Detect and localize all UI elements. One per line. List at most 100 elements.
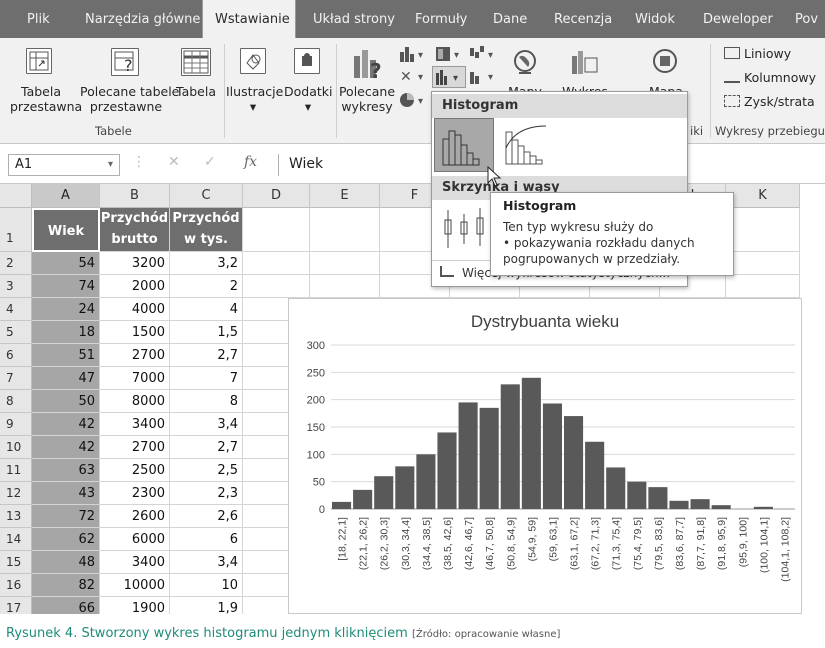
addins-button[interactable]: Dodatki ▾ <box>284 84 332 114</box>
data-cell[interactable]: 10000 <box>100 574 170 597</box>
hierarchy-chart-button[interactable]: ▾ <box>434 44 466 64</box>
statistic-chart-button[interactable]: ▾ <box>432 66 466 88</box>
histogram-bar[interactable] <box>416 454 436 509</box>
data-cell[interactable]: 74 <box>32 275 100 298</box>
data-cell[interactable]: 8 <box>170 390 243 413</box>
histogram-bar[interactable] <box>353 489 373 509</box>
histogram-option[interactable] <box>434 118 494 172</box>
row-header[interactable]: 5 <box>0 321 32 344</box>
data-cell[interactable]: 1500 <box>100 321 170 344</box>
pie-chart-button[interactable]: ▾ <box>398 90 430 110</box>
header-cell-c[interactable]: Przychód w tys. <box>170 208 243 252</box>
data-cell[interactable]: 2,5 <box>170 459 243 482</box>
data-cell[interactable]: 3400 <box>100 551 170 574</box>
data-cell[interactable]: 6000 <box>100 528 170 551</box>
histogram-bar[interactable] <box>521 377 541 509</box>
tab-narzedzia-glowne[interactable]: Narzędzia główne <box>85 0 200 38</box>
histogram-bar[interactable] <box>711 505 731 509</box>
data-cell[interactable]: 4 <box>170 298 243 321</box>
empty-cell[interactable] <box>310 275 380 298</box>
empty-cell[interactable] <box>243 252 310 275</box>
histogram-bar[interactable] <box>332 501 352 509</box>
data-cell[interactable]: 3,4 <box>170 413 243 436</box>
empty-cell[interactable] <box>310 252 380 275</box>
data-cell[interactable]: 1900 <box>100 597 170 614</box>
combo-chart-button[interactable]: ▾ <box>468 66 500 86</box>
select-all-corner[interactable] <box>0 184 32 208</box>
pivot-table-button[interactable]: Tabela przestawna <box>10 84 82 114</box>
row-header[interactable]: 14 <box>0 528 32 551</box>
tab-wstawianie[interactable]: Wstawianie <box>202 0 296 38</box>
histogram-bar[interactable] <box>606 467 626 509</box>
data-cell[interactable]: 2,7 <box>170 344 243 367</box>
histogram-bar[interactable] <box>585 441 605 509</box>
data-cell[interactable]: 8000 <box>100 390 170 413</box>
histogram-bar[interactable] <box>479 407 499 509</box>
tab-recenzja[interactable]: Recenzja <box>554 0 612 38</box>
data-cell[interactable]: 42 <box>32 436 100 459</box>
histogram-bar[interactable] <box>627 481 647 509</box>
row-header[interactable]: 8 <box>0 390 32 413</box>
histogram-bar[interactable] <box>542 403 562 509</box>
empty-cell[interactable] <box>243 275 310 298</box>
data-cell[interactable]: 4000 <box>100 298 170 321</box>
row-header[interactable]: 12 <box>0 482 32 505</box>
data-cell[interactable]: 54 <box>32 252 100 275</box>
row-header[interactable]: 17 <box>0 597 32 614</box>
empty-cell[interactable] <box>726 208 800 252</box>
data-cell[interactable]: 7 <box>170 367 243 390</box>
row-header[interactable]: 1 <box>0 208 32 252</box>
histogram-bar[interactable] <box>395 466 415 509</box>
row-header[interactable]: 11 <box>0 459 32 482</box>
row-header[interactable]: 6 <box>0 344 32 367</box>
row-header[interactable]: 7 <box>0 367 32 390</box>
row-header[interactable]: 13 <box>0 505 32 528</box>
scatter-chart-button[interactable]: ✕ ▾ <box>398 66 430 86</box>
insert-function-icon[interactable]: fx <box>244 154 257 170</box>
histogram-bar[interactable] <box>374 476 394 509</box>
histogram-bar[interactable] <box>753 506 773 509</box>
data-cell[interactable]: 42 <box>32 413 100 436</box>
waterfall-chart-button[interactable]: ▾ <box>468 44 500 64</box>
histogram-bar[interactable] <box>437 432 457 509</box>
column-header-a[interactable]: A <box>32 184 100 208</box>
header-cell-wiek[interactable]: Wiek <box>32 208 100 252</box>
table-button[interactable]: Tabela <box>174 84 218 99</box>
data-cell[interactable]: 47 <box>32 367 100 390</box>
empty-cell[interactable] <box>243 208 310 252</box>
row-header[interactable]: 3 <box>0 275 32 298</box>
tab-formuly[interactable]: Formuły <box>415 0 467 38</box>
data-cell[interactable]: 3400 <box>100 413 170 436</box>
histogram-bar[interactable] <box>500 384 520 509</box>
empty-cell[interactable] <box>726 275 800 298</box>
data-cell[interactable]: 1,5 <box>170 321 243 344</box>
data-cell[interactable]: 6 <box>170 528 243 551</box>
data-cell[interactable]: 66 <box>32 597 100 614</box>
empty-cell[interactable] <box>726 252 800 275</box>
data-cell[interactable]: 50 <box>32 390 100 413</box>
empty-cell[interactable] <box>310 208 380 252</box>
cancel-icon[interactable]: ✕ <box>168 154 180 170</box>
box-whisker-option[interactable] <box>438 204 492 256</box>
data-cell[interactable]: 63 <box>32 459 100 482</box>
data-cell[interactable]: 62 <box>32 528 100 551</box>
histogram-chart[interactable]: Dystrybuanta wieku 0 50 100 150 200 250 300 [18… <box>288 298 802 614</box>
row-header[interactable]: 9 <box>0 413 32 436</box>
data-cell[interactable]: 43 <box>32 482 100 505</box>
data-cell[interactable]: 2500 <box>100 459 170 482</box>
data-cell[interactable]: 2300 <box>100 482 170 505</box>
row-header[interactable]: 16 <box>0 574 32 597</box>
data-cell[interactable]: 51 <box>32 344 100 367</box>
sparkline-line-button[interactable]: Liniowy <box>724 46 791 61</box>
column-chart-button[interactable]: ▾ <box>398 44 430 64</box>
data-cell[interactable]: 2,7 <box>170 436 243 459</box>
column-header-e[interactable]: E <box>310 184 380 208</box>
row-header[interactable]: 15 <box>0 551 32 574</box>
tab-plik[interactable]: Plik <box>27 0 50 38</box>
data-cell[interactable]: 3,2 <box>170 252 243 275</box>
data-cell[interactable]: 10 <box>170 574 243 597</box>
recommended-charts-button[interactable]: Polecane wykresy <box>338 84 396 114</box>
data-cell[interactable]: 2700 <box>100 436 170 459</box>
confirm-icon[interactable]: ✓ <box>204 154 216 170</box>
row-header[interactable]: 2 <box>0 252 32 275</box>
